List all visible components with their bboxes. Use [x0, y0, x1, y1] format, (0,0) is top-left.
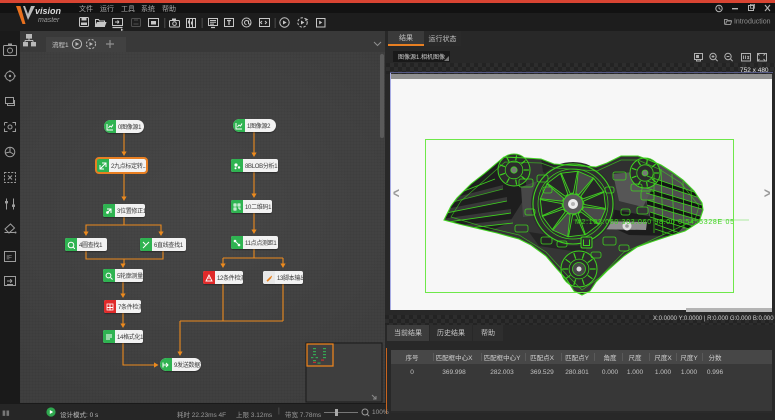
svg-text:M2:103.060 303.060 98.00 0.545: M2:103.060 303.060 98.00 0.5455328E 05: [575, 219, 735, 226]
svg-text:IF: IF: [6, 255, 12, 262]
svg-text:vision: vision: [35, 6, 62, 16]
svg-text:流程1: 流程1: [52, 40, 69, 49]
svg-text:master: master: [38, 17, 60, 24]
